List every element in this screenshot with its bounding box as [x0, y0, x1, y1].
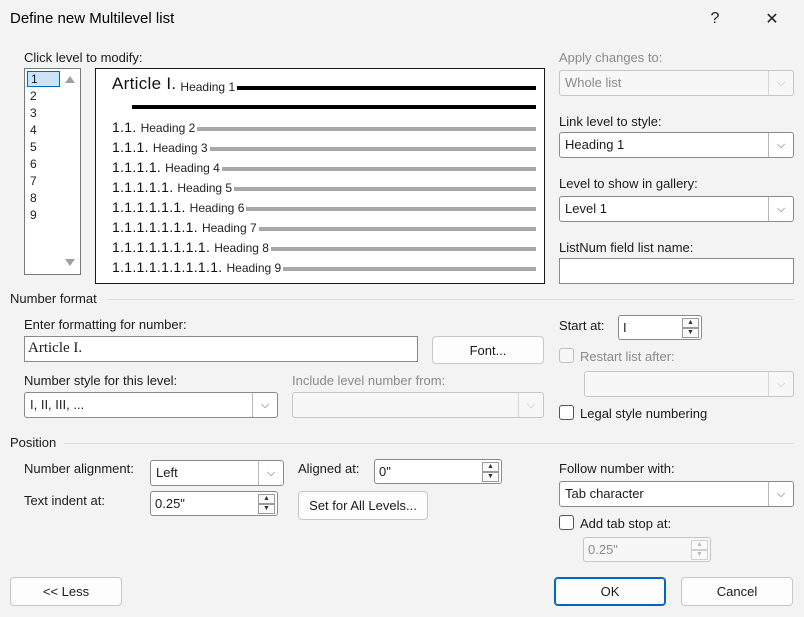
level-item-5[interactable]: 5: [27, 139, 60, 155]
spin-up-icon: ▲: [691, 540, 708, 550]
enter-format-label: Enter formatting for number:: [24, 317, 187, 332]
number-style-label: Number style for this level:: [24, 373, 178, 388]
start-at-spinner[interactable]: I ▲ ▼: [618, 315, 702, 340]
number-format-input[interactable]: Article I.: [24, 336, 418, 362]
set-all-levels-button[interactable]: Set for All Levels...: [298, 491, 428, 520]
number-alignment-label: Number alignment:: [24, 461, 134, 476]
scroll-down-icon[interactable]: [65, 259, 75, 266]
level-item-6[interactable]: 6: [27, 156, 60, 172]
preview-row-3: 1.1.1. Heading 3: [112, 137, 536, 155]
ok-button[interactable]: OK: [554, 577, 666, 606]
level-item-4[interactable]: 4: [27, 122, 60, 138]
level-item-9[interactable]: 9: [27, 207, 60, 223]
apply-label: Apply changes to:: [559, 50, 663, 65]
follow-number-combo[interactable]: Tab character ⌵: [559, 481, 794, 507]
font-button[interactable]: Font...: [432, 336, 544, 364]
spin-down-icon[interactable]: ▼: [258, 504, 275, 514]
preview-row-2: 1.1. Heading 2: [112, 117, 536, 135]
gallery-level-combo[interactable]: Level 1 ⌵: [559, 196, 794, 222]
text-indent-label: Text indent at:: [24, 493, 105, 508]
dialog-title: Define new Multilevel list: [10, 10, 175, 27]
list-preview: Article I. Heading 1 1.1. Heading 2 1.1.1…: [95, 68, 545, 284]
preview-row-5: 1.1.1.1.1. Heading 5: [112, 177, 536, 195]
spin-up-icon[interactable]: ▲: [682, 318, 699, 328]
spin-down-icon[interactable]: ▼: [482, 472, 499, 482]
listnum-label: ListNum field list name:: [559, 240, 694, 255]
preview-row-9: 1.1.1.1.1.1.1.1.1. Heading 9: [112, 257, 536, 275]
link-style-label: Link level to style:: [559, 114, 662, 129]
preview-row-4: 1.1.1.1. Heading 4: [112, 157, 536, 175]
help-button[interactable]: ?: [701, 5, 729, 33]
level-item-1[interactable]: 1: [27, 71, 60, 87]
chevron-down-icon[interactable]: ⌵: [768, 482, 793, 506]
divider: [108, 299, 794, 300]
start-at-label: Start at:: [559, 318, 605, 333]
aligned-at-spinner[interactable]: 0" ▲ ▼: [374, 459, 502, 484]
less-button[interactable]: << Less: [10, 577, 122, 606]
level-item-2[interactable]: 2: [27, 88, 60, 104]
include-level-combo: ⌵: [292, 392, 544, 418]
close-button[interactable]: ✕: [758, 5, 786, 33]
preview-row-1: Article I. Heading 1: [112, 74, 536, 94]
chevron-down-icon: ⌵: [768, 71, 793, 95]
position-heading: Position: [10, 435, 57, 450]
scroll-up-icon[interactable]: [65, 76, 75, 83]
chevron-down-icon[interactable]: ⌵: [768, 197, 793, 221]
spin-up-icon[interactable]: ▲: [482, 462, 499, 472]
chevron-down-icon[interactable]: ⌵: [258, 461, 283, 485]
preview-rule: [132, 105, 536, 109]
preview-row-7: 1.1.1.1.1.1.1. Heading 7: [112, 217, 536, 235]
level-listbox[interactable]: 1 2 3 4 5 6 7 8 9: [24, 68, 81, 275]
level-item-8[interactable]: 8: [27, 190, 60, 206]
chevron-down-icon: ⌵: [518, 393, 543, 417]
chevron-down-icon[interactable]: ⌵: [768, 133, 793, 157]
legal-style-checkbox[interactable]: [559, 405, 574, 420]
level-scrollbar[interactable]: [62, 71, 77, 272]
listnum-input[interactable]: [559, 258, 794, 284]
preview-row-8: 1.1.1.1.1.1.1.1. Heading 8: [112, 237, 536, 255]
follow-number-label: Follow number with:: [559, 461, 675, 476]
cancel-button[interactable]: Cancel: [681, 577, 793, 606]
restart-list-checkbox: [559, 348, 574, 363]
text-indent-spinner[interactable]: 0.25" ▲ ▼: [150, 491, 278, 516]
add-tab-stop-label[interactable]: Add tab stop at:: [580, 516, 671, 531]
preview-row-6: 1.1.1.1.1.1. Heading 6: [112, 197, 536, 215]
gallery-label: Level to show in gallery:: [559, 176, 698, 191]
restart-list-combo: ⌵: [584, 371, 794, 397]
divider: [64, 443, 794, 444]
levels-label: Click level to modify:: [24, 50, 143, 65]
legal-style-label[interactable]: Legal style numbering: [580, 406, 707, 421]
spin-down-icon[interactable]: ▼: [682, 328, 699, 338]
level-item-7[interactable]: 7: [27, 173, 60, 189]
tab-stop-spinner: 0.25" ▲ ▼: [583, 537, 711, 562]
restart-list-label: Restart list after:: [580, 349, 675, 364]
chevron-down-icon[interactable]: ⌵: [252, 393, 277, 417]
include-level-label: Include level number from:: [292, 373, 446, 388]
chevron-down-icon: ⌵: [768, 372, 793, 396]
spin-down-icon: ▼: [691, 550, 708, 560]
number-alignment-combo[interactable]: Left ⌵: [150, 460, 284, 486]
aligned-at-label: Aligned at:: [298, 461, 360, 476]
number-style-combo[interactable]: I, II, III, ... ⌵: [24, 392, 278, 418]
number-format-heading: Number format: [10, 291, 97, 306]
level-item-3[interactable]: 3: [27, 105, 60, 121]
link-style-combo[interactable]: Heading 1 ⌵: [559, 132, 794, 158]
spin-up-icon[interactable]: ▲: [258, 494, 275, 504]
add-tab-stop-checkbox[interactable]: [559, 515, 574, 530]
apply-changes-combo: Whole list ⌵: [559, 70, 794, 96]
